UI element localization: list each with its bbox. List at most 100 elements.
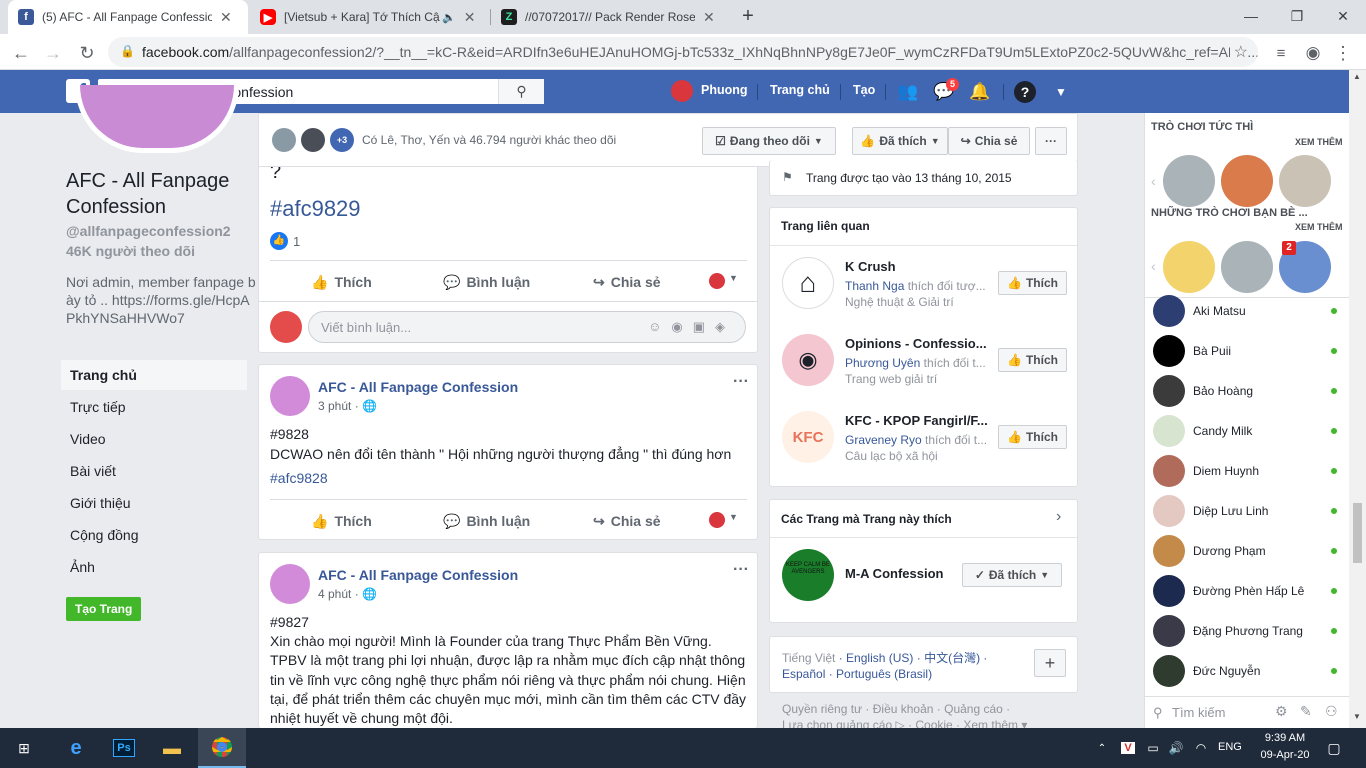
like-button[interactable]: 👍 Thích (311, 274, 372, 291)
like-reaction-icon[interactable]: 👍 (270, 232, 288, 250)
post-hashtag[interactable]: #afc9829 (270, 196, 361, 222)
author-avatar[interactable] (270, 564, 310, 604)
like-button[interactable]: 👍 Thích (311, 513, 372, 530)
game-thumbnail[interactable] (1221, 155, 1273, 207)
post-options-icon[interactable]: ··· (733, 373, 749, 391)
chat-contact[interactable]: Diệp Lưu Linh (1153, 493, 1343, 529)
more-options-button[interactable]: ··· (1035, 127, 1067, 155)
share-button[interactable]: ↪ Chia sẻ (593, 274, 661, 291)
tray-expand-icon[interactable]: ⌃ (1090, 728, 1114, 768)
bookmark-star-icon[interactable]: ☆ (1229, 42, 1248, 62)
audio-playing-icon[interactable]: 🔈 (442, 11, 456, 24)
follower-avatar[interactable] (301, 128, 325, 152)
chat-contact[interactable]: Đường Phèn Hấp Lê (1153, 573, 1343, 609)
search-icon[interactable]: ⚲ (498, 79, 544, 104)
liked-page-name[interactable]: M-A Confession (845, 566, 943, 581)
file-explorer-icon[interactable]: ▬ (148, 728, 196, 768)
nav-posts[interactable]: Bài viết (61, 456, 247, 486)
nav-live[interactable]: Trực tiếp (61, 392, 247, 422)
chat-contact[interactable]: Đức Nguyễn (1153, 653, 1343, 689)
language-link[interactable]: Português (Brasil) (836, 667, 932, 681)
nav-photos[interactable]: Ảnh (61, 552, 247, 582)
profile-icon[interactable]: ◉ (1300, 40, 1326, 66)
like-page-button[interactable]: 👍 Thích (998, 425, 1067, 449)
like-page-button[interactable]: 👍 Thích (998, 348, 1067, 372)
create-page-button[interactable]: Tạo Trang (66, 597, 142, 621)
comment-button[interactable]: 💬 Bình luận (443, 274, 530, 291)
close-tab-icon[interactable]: ✕ (703, 9, 715, 26)
compose-icon[interactable]: ✎ (1300, 703, 1312, 720)
home-link[interactable]: Trang chủ (770, 83, 830, 97)
see-more-games-link[interactable]: XEM THÊM (1295, 137, 1343, 147)
liked-pages-title[interactable]: Các Trang mà Trang này thích (781, 512, 952, 526)
like-page-button[interactable]: 👍 Thích (998, 271, 1067, 295)
page-handle[interactable]: @allfanpageconfession2 (66, 223, 231, 239)
account-menu-icon[interactable]: ▼ (1050, 81, 1072, 103)
chat-contact[interactable]: Candy Milk (1153, 413, 1343, 449)
add-language-button[interactable]: + (1034, 649, 1066, 677)
battery-icon[interactable]: ▭ (1141, 728, 1165, 768)
game-thumbnail[interactable] (1221, 241, 1273, 293)
close-window-icon[interactable]: ✕ (1320, 0, 1366, 32)
liked-button[interactable]: 👍 Đã thích ▼ (852, 127, 948, 155)
reaction-count[interactable]: 1 (293, 234, 300, 249)
minimize-icon[interactable]: — (1228, 0, 1274, 32)
following-button[interactable]: ☑ Đang theo dõi ▼ (702, 127, 836, 155)
volume-icon[interactable]: 🔊 (1164, 728, 1188, 768)
comment-button[interactable]: 💬 Bình luận (443, 513, 530, 530)
language-link[interactable]: Español (782, 667, 825, 681)
language-link[interactable]: 中文(台灣) (924, 651, 980, 665)
chevron-left-icon[interactable]: ‹ (1151, 258, 1156, 274)
page-title[interactable]: AFC - All Fanpage Confession (66, 168, 256, 220)
opinions-logo[interactable]: ◉ (782, 334, 834, 386)
share-button[interactable]: ↪ Chia sẻ (593, 513, 661, 530)
game-thumbnail[interactable] (1163, 155, 1215, 207)
tray-app-icon[interactable]: V (1116, 728, 1140, 768)
tab-facebook[interactable]: f (5) AFC - All Fanpage Confession ✕ (8, 0, 248, 34)
nav-home[interactable]: Trang chủ (61, 360, 247, 390)
liked-page-button[interactable]: ✓ Đã thích ▼ (962, 563, 1062, 587)
friend-link[interactable]: Phương Uyên (845, 356, 920, 370)
restore-icon[interactable]: ❐ (1274, 0, 1320, 32)
friend-link[interactable]: Graveney Ryo (845, 433, 922, 447)
post-options-icon[interactable]: ··· (733, 561, 749, 579)
chat-contact[interactable]: Đặng Phương Trang (1153, 613, 1343, 649)
profile-avatar[interactable] (671, 80, 693, 102)
nav-video[interactable]: Video (61, 424, 247, 454)
tab-render[interactable]: Z //07072017// Pack Render Rose ✕ (491, 0, 731, 34)
notification-center-icon[interactable]: ▢ (1314, 728, 1354, 768)
chat-search-input[interactable]: Tìm kiếm (1172, 705, 1225, 720)
comment-tools-icons[interactable]: ☺◉▣◈ (648, 319, 735, 335)
chat-contact[interactable]: Diem Huynh (1153, 453, 1343, 489)
create-link[interactable]: Tạo (853, 83, 875, 97)
share-page-button[interactable]: ↪ Chia sẻ (948, 127, 1030, 155)
chrome-icon[interactable] (198, 728, 246, 768)
clock-date[interactable]: 09-Apr-20 (1254, 749, 1316, 761)
friend-requests-icon[interactable]: 👥 (897, 81, 919, 103)
back-icon[interactable]: ← (8, 40, 34, 66)
post-time[interactable]: 4 phút · 🌐 (318, 587, 377, 601)
reaction-avatar[interactable] (709, 512, 725, 528)
post-author[interactable]: AFC - All Fanpage Confession (318, 379, 518, 395)
windows-start-icon[interactable]: ⊞ (0, 728, 48, 768)
reaction-avatar[interactable] (709, 273, 725, 289)
chat-contact[interactable]: Bà Puii (1153, 333, 1343, 369)
scrollbar-thumb[interactable] (1353, 503, 1362, 563)
ma-confession-logo[interactable]: KEEP CALM BE AVENGERS (782, 549, 834, 601)
post-hashtag[interactable]: #afc9828 (270, 470, 328, 486)
kcrush-logo[interactable]: ⌂ (782, 257, 834, 309)
game-thumbnail[interactable] (1163, 241, 1215, 293)
chat-contact[interactable]: Bảo Hoàng (1153, 373, 1343, 409)
new-tab-button[interactable]: + (738, 6, 758, 26)
chat-contact[interactable]: Dương Phạm (1153, 533, 1343, 569)
photoshop-icon[interactable]: Ps (100, 728, 148, 768)
reload-icon[interactable]: ↻ (74, 40, 100, 66)
chrome-menu-icon[interactable]: ⋮ (1330, 40, 1356, 66)
related-page-name[interactable]: Opinions - Confessio... (845, 336, 987, 351)
chevron-left-icon[interactable]: ‹ (1151, 173, 1156, 189)
comment-input[interactable]: Viết bình luận... ☺◉▣◈ (308, 311, 746, 343)
scroll-up-icon[interactable]: ▲ (1353, 72, 1361, 81)
close-tab-icon[interactable]: ✕ (464, 9, 476, 26)
kfc-logo[interactable]: KFC (782, 411, 834, 463)
post-time[interactable]: 3 phút · 🌐 (318, 399, 377, 413)
